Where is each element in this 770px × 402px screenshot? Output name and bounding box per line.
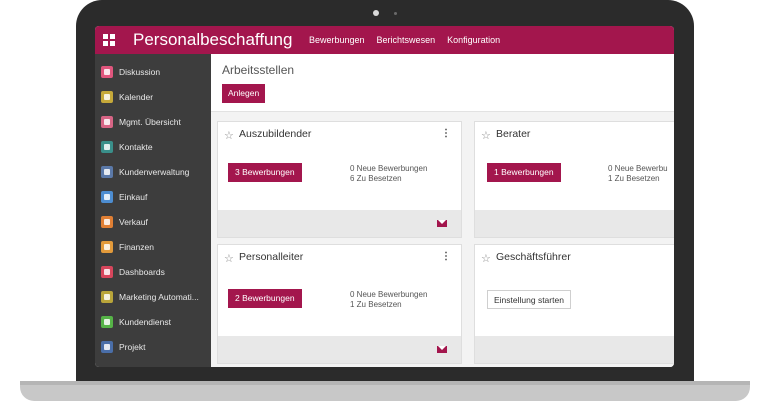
sidebar-item-kundendienst[interactable]: Kundendienst [95,310,211,334]
sidebar-item-kontakte[interactable]: Kontakte [95,135,211,159]
mail-icon[interactable] [437,220,447,227]
sidebar-item-label: Dashboards [119,267,165,277]
job-card-geschaeftsfuehrer[interactable]: ☆ Geschäftsführer Einstellung starten [474,244,674,364]
to-fill: 1 Zu Besetzen [350,300,402,309]
sidebar-item-kalender[interactable]: Kalender [95,85,211,109]
card-footer [475,210,674,237]
applications-button[interactable]: 1 Bewerbungen [487,163,561,182]
top-navbar: Personalbeschaffung Bewerbungen Berichts… [95,26,674,54]
applications-button[interactable]: 2 Bewerbungen [228,289,302,308]
menu-reporting[interactable]: Berichtswesen [377,35,436,45]
sidebar-item-label: Kalender [119,92,154,102]
sidebar-item-label: Projekt [119,342,146,352]
chart-icon [101,116,113,128]
sidebar: Diskussion Kalender Mgmt. Übersicht Kont… [95,54,211,367]
apps-menu-icon[interactable] [103,34,115,46]
job-stats: 0 Neue Bewerbungen 6 Zu Besetzen [350,164,427,184]
job-title: Geschäftsführer [496,251,571,263]
sidebar-item-label: Kontakte [119,142,153,152]
job-card-auszubildender[interactable]: ☆ Auszubildender ⋮ 3 Bewerbungen 0 Neue … [217,121,462,238]
to-fill: 1 Zu Besetzen [608,174,660,183]
menu-configuration[interactable]: Konfiguration [447,35,500,45]
card-footer [218,336,461,363]
sidebar-item-label: Diskussion [119,67,161,77]
marketing-icon [101,291,113,303]
kebab-menu-icon[interactable]: ⋮ [441,128,451,139]
sidebar-item-kundenverwaltung[interactable]: Kundenverwaltung [95,160,211,184]
sales-icon [101,216,113,228]
sidebar-item-label: Einkauf [119,192,148,202]
sidebar-item-label: Kundendienst [119,317,171,327]
create-button[interactable]: Anlegen [222,84,266,103]
new-applications[interactable]: 0 Neue Bewerbungen [350,290,427,300]
app-window: Personalbeschaffung Bewerbungen Berichts… [95,26,674,367]
mail-icon[interactable] [437,346,447,353]
sidebar-item-label: Kundenverwaltung [119,167,190,177]
page-title: Arbeitsstellen [222,63,295,77]
sidebar-item-label: Finanzen [119,242,154,252]
card-footer [218,210,461,237]
sidebar-item-mgmt[interactable]: Mgmt. Übersicht [95,110,211,134]
invoice-icon [101,241,113,253]
to-fill: 6 Zu Besetzen [350,174,402,183]
top-menu: Bewerbungen Berichtswesen Konfiguration [309,26,512,54]
app-title: Personalbeschaffung [133,30,293,49]
job-title: Personalleiter [239,251,304,263]
crm-icon [101,166,113,178]
new-applications[interactable]: 0 Neue Bewerbungen [350,164,427,174]
project-icon [101,341,113,353]
chat-icon [101,66,113,78]
sidebar-item-label: Verkauf [119,217,148,227]
purchase-icon [101,191,113,203]
job-title: Berater [496,128,531,140]
card-footer [475,336,674,363]
job-stats: 0 Neue Bewerbungen 1 Zu Besetzen [350,290,427,310]
sidebar-item-diskussion[interactable]: Diskussion [95,60,211,84]
sidebar-item-marketing[interactable]: Marketing Automati... [95,285,211,309]
calendar-icon [101,91,113,103]
job-card-berater[interactable]: ☆ Berater 1 Bewerbungen 0 Neue Bewerbu 1… [474,121,674,238]
contact-icon [101,141,113,153]
sidebar-item-dashboards[interactable]: Dashboards [95,260,211,284]
camera-icon [373,10,379,16]
new-applications[interactable]: 0 Neue Bewerbu [608,164,668,174]
sidebar-item-verkauf[interactable]: Verkauf [95,210,211,234]
job-title: Auszubildender [239,128,312,140]
star-icon[interactable]: ☆ [224,129,234,142]
kebab-menu-icon[interactable]: ⋮ [441,251,451,262]
job-stats: 0 Neue Bewerbu 1 Zu Besetzen [608,164,668,184]
sidebar-item-finanzen[interactable]: Finanzen [95,235,211,259]
sidebar-item-label: Mgmt. Übersicht [119,117,181,127]
star-icon[interactable]: ☆ [481,252,491,265]
laptop-base-edge [20,381,750,385]
applications-button[interactable]: 3 Bewerbungen [228,163,302,182]
sensor-icon [394,12,397,15]
main-content: Arbeitsstellen Anlegen ☆ Auszubildender … [211,54,674,367]
sidebar-item-label: Marketing Automati... [119,292,199,302]
star-icon[interactable]: ☆ [481,129,491,142]
sidebar-item-einkauf[interactable]: Einkauf [95,185,211,209]
sidebar-item-projekt[interactable]: Projekt [95,335,211,359]
dashboard-icon [101,266,113,278]
star-icon[interactable]: ☆ [224,252,234,265]
job-card-personalleiter[interactable]: ☆ Personalleiter ⋮ 2 Bewerbungen 0 Neue … [217,244,462,364]
helpdesk-icon [101,316,113,328]
menu-applications[interactable]: Bewerbungen [309,35,365,45]
start-hiring-button[interactable]: Einstellung starten [487,290,571,309]
